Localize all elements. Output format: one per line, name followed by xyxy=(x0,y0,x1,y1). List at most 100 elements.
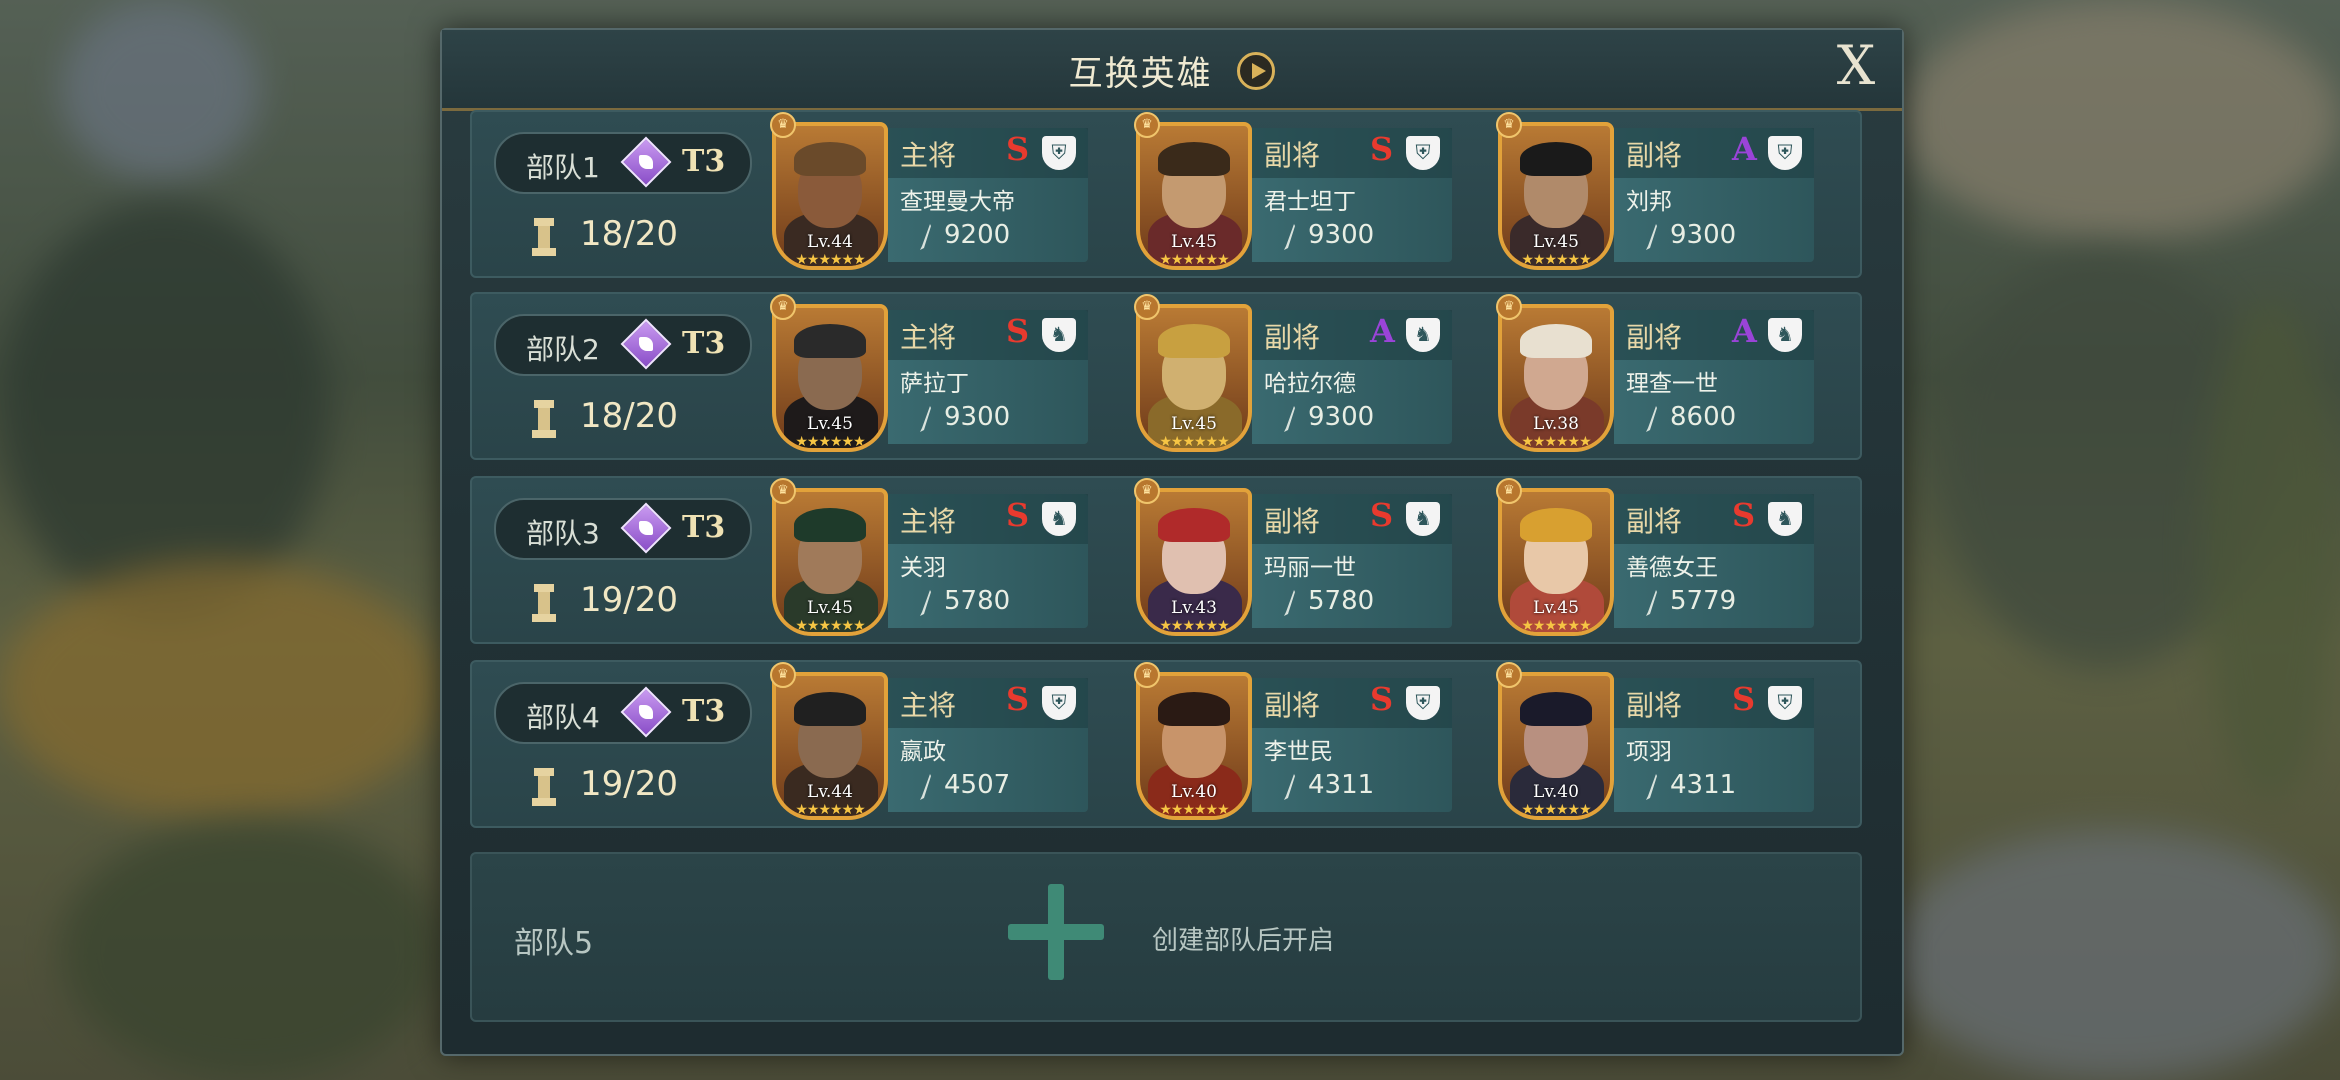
sword-icon xyxy=(1646,774,1657,800)
horse-icon: ♞ xyxy=(1042,502,1076,536)
hero-name: 善德女王 xyxy=(1626,555,1718,581)
troop-row[interactable]: 部队2 T3 18/20 Lv.45 ★★★★★★ ♛ 主将 S ♞ 萨拉丁 9300 Lv.45 ★★… xyxy=(470,292,1862,460)
hero-portrait[interactable]: Lv.45 ★★★★★★ xyxy=(1136,304,1252,452)
hero-card[interactable]: Lv.40 ★★★★★★ ♛ 副将 S ⛨ 项羽 4311 xyxy=(1496,662,1818,824)
hero-portrait[interactable]: Lv.45 ★★★★★★ xyxy=(1498,122,1614,270)
sword-icon xyxy=(920,774,931,800)
close-button[interactable]: X xyxy=(1828,36,1884,96)
portrait-headwear xyxy=(1158,142,1230,176)
tower-icon xyxy=(532,218,556,256)
hero-grade: S xyxy=(1370,496,1394,534)
hero-level: Lv.45 xyxy=(1533,232,1579,252)
portrait-headwear xyxy=(1520,324,1592,358)
hero-card[interactable]: Lv.45 ★★★★★★ ♛ 副将 A ♞ 哈拉尔德 9300 xyxy=(1134,294,1456,456)
sword-icon xyxy=(920,406,931,432)
hero-portrait[interactable]: Lv.45 ★★★★★★ xyxy=(1498,488,1614,636)
hero-portrait[interactable]: Lv.45 ★★★★★★ xyxy=(1136,122,1252,270)
star-rating: ★★★★★★ xyxy=(1159,252,1229,268)
hero-card[interactable]: Lv.44 ★★★★★★ ♛ 主将 S ⛨ 查理曼大帝 9200 xyxy=(770,112,1092,274)
star-rating: ★★★★★★ xyxy=(795,434,865,450)
star-rating: ★★★★★★ xyxy=(1521,252,1591,268)
hero-portrait[interactable]: Lv.38 ★★★★★★ xyxy=(1498,304,1614,452)
hero-grade: S xyxy=(1006,496,1030,534)
hero-portrait[interactable]: Lv.40 ★★★★★★ xyxy=(1136,672,1252,820)
hero-role: 主将 xyxy=(900,689,957,722)
hero-card[interactable]: Lv.45 ★★★★★★ ♛ 副将 A ⛨ 刘邦 9300 xyxy=(1496,112,1818,274)
hero-grade: A xyxy=(1732,130,1757,168)
portrait-headwear xyxy=(1520,508,1592,542)
hero-level: Lv.45 xyxy=(1533,598,1579,618)
play-icon[interactable] xyxy=(1237,51,1276,90)
hero-power: 9300 xyxy=(944,402,1011,432)
hero-card[interactable]: Lv.40 ★★★★★★ ♛ 副将 S ⛨ 李世民 4311 xyxy=(1134,662,1456,824)
troop-tier: T3 xyxy=(682,694,726,729)
sword-icon xyxy=(920,590,931,616)
shield-icon: ⛨ xyxy=(1768,136,1802,170)
hero-grade: S xyxy=(1370,680,1394,718)
hero-portrait[interactable]: Lv.44 ★★★★★★ xyxy=(772,122,888,270)
crown-icon: ♛ xyxy=(1496,662,1522,688)
hero-card[interactable]: Lv.43 ★★★★★★ ♛ 副将 S ♞ 玛丽一世 5780 xyxy=(1134,478,1456,640)
hero-info: 副将 A ♞ 理查一世 8600 xyxy=(1614,310,1814,444)
hero-info: 副将 S ⛨ 李世民 4311 xyxy=(1252,678,1452,812)
hero-card[interactable]: Lv.45 ★★★★★★ ♛ 主将 S ♞ 萨拉丁 9300 xyxy=(770,294,1092,456)
tower-icon xyxy=(532,584,556,622)
crown-icon: ♛ xyxy=(1134,478,1160,504)
hero-info: 副将 S ♞ 玛丽一世 5780 xyxy=(1252,494,1452,628)
hero-role: 主将 xyxy=(900,139,957,172)
troop-row[interactable]: 部队3 T3 19/20 Lv.45 ★★★★★★ ♛ 主将 S ♞ 关羽 5780 Lv.43 ★★★… xyxy=(470,476,1862,644)
hero-card[interactable]: Lv.38 ★★★★★★ ♛ 副将 A ♞ 理查一世 8600 xyxy=(1496,294,1818,456)
star-rating: ★★★★★★ xyxy=(1159,618,1229,634)
hero-power: 4311 xyxy=(1308,770,1375,800)
troop-capacity: 18/20 xyxy=(580,396,678,436)
add-troop-icon[interactable] xyxy=(1008,884,1104,980)
hero-grade: S xyxy=(1006,312,1030,350)
hero-grade: S xyxy=(1006,130,1030,168)
hero-portrait[interactable]: Lv.43 ★★★★★★ xyxy=(1136,488,1252,636)
crown-icon: ♛ xyxy=(770,662,796,688)
portrait-headwear xyxy=(1520,692,1592,726)
hero-grade: S xyxy=(1732,680,1756,718)
hero-card[interactable]: Lv.45 ★★★★★★ ♛ 主将 S ♞ 关羽 5780 xyxy=(770,478,1092,640)
hero-portrait[interactable]: Lv.44 ★★★★★★ xyxy=(772,672,888,820)
hero-info: 主将 S ⛨ 嬴政 4507 xyxy=(888,678,1088,812)
hero-portrait[interactable]: Lv.45 ★★★★★★ xyxy=(772,304,888,452)
troop-name: 部队1 xyxy=(526,151,600,184)
hero-portrait[interactable]: Lv.45 ★★★★★★ xyxy=(772,488,888,636)
hero-grade: S xyxy=(1732,496,1756,534)
hero-card[interactable]: Lv.44 ★★★★★★ ♛ 主将 S ⛨ 嬴政 4507 xyxy=(770,662,1092,824)
sword-icon xyxy=(1646,406,1657,432)
hero-grade: S xyxy=(1006,680,1030,718)
hero-level: Lv.44 xyxy=(807,232,853,252)
shield-icon: ⛨ xyxy=(1406,136,1440,170)
hero-role: 主将 xyxy=(900,505,957,538)
hero-power: 4507 xyxy=(944,770,1011,800)
shield-icon: ⛨ xyxy=(1768,686,1802,720)
troop-name: 部队2 xyxy=(526,333,600,366)
crown-icon: ♛ xyxy=(1496,294,1522,320)
hero-role: 副将 xyxy=(1626,505,1683,538)
hero-power: 9300 xyxy=(1308,220,1375,250)
hero-portrait[interactable]: Lv.40 ★★★★★★ xyxy=(1498,672,1614,820)
horse-icon: ♞ xyxy=(1768,318,1802,352)
hero-info: 副将 S ♞ 善德女王 5779 xyxy=(1614,494,1814,628)
star-rating: ★★★★★★ xyxy=(1521,434,1591,450)
star-rating: ★★★★★★ xyxy=(1159,434,1229,450)
hero-role: 主将 xyxy=(900,321,957,354)
troop-row[interactable]: 部队1 T3 18/20 Lv.44 ★★★★★★ ♛ 主将 S ⛨ 查理曼大帝 9200 Lv.45… xyxy=(470,110,1862,278)
hero-level: Lv.40 xyxy=(1171,782,1217,802)
troop-5-locked[interactable]: 部队5 创建部队后开启 xyxy=(470,852,1862,1022)
hero-info: 主将 S ♞ 关羽 5780 xyxy=(888,494,1088,628)
troop-name: 部队4 xyxy=(526,701,600,734)
hero-power: 8600 xyxy=(1670,402,1737,432)
hero-role: 副将 xyxy=(1264,689,1321,722)
tower-icon xyxy=(532,400,556,438)
star-rating: ★★★★★★ xyxy=(1159,802,1229,818)
troop-row[interactable]: 部队4 T3 19/20 Lv.44 ★★★★★★ ♛ 主将 S ⛨ 嬴政 4507 Lv.40 ★★★… xyxy=(470,660,1862,828)
hero-card[interactable]: Lv.45 ★★★★★★ ♛ 副将 S ♞ 善德女王 5779 xyxy=(1496,478,1818,640)
hero-power: 5780 xyxy=(944,586,1011,616)
portrait-headwear xyxy=(794,324,866,358)
hero-card[interactable]: Lv.45 ★★★★★★ ♛ 副将 S ⛨ 君士坦丁 9300 xyxy=(1134,112,1456,274)
hero-role: 副将 xyxy=(1626,139,1683,172)
portrait-headwear xyxy=(1158,324,1230,358)
